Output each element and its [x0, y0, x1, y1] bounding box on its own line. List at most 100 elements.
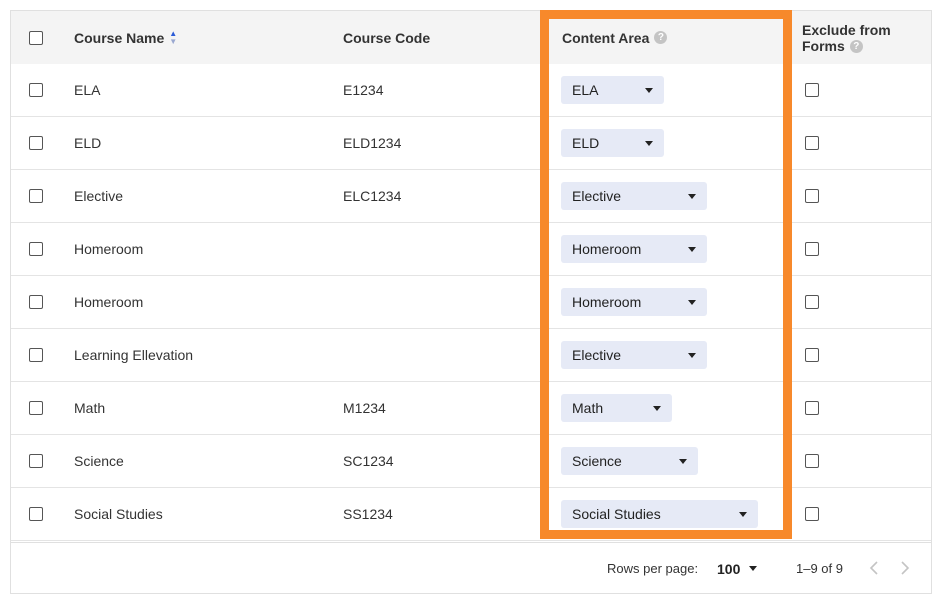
- content-area-cell: ELD: [561, 117, 664, 169]
- content-area-cell: Elective: [561, 170, 707, 222]
- course-code-cell: M1234: [343, 382, 386, 434]
- row-select-cell: [29, 64, 43, 116]
- row-select-checkbox[interactable]: [29, 401, 43, 415]
- select-all-cell: [29, 11, 43, 64]
- table-row: ELD ELD1234 ELD: [11, 117, 931, 170]
- content-area-value: ELA: [572, 82, 599, 98]
- content-area-dropdown[interactable]: ELA: [561, 76, 664, 104]
- course-code-cell: SS1234: [343, 488, 393, 540]
- content-area-dropdown[interactable]: Elective: [561, 341, 707, 369]
- row-select-cell: [29, 382, 43, 434]
- exclude-from-forms-cell: [805, 223, 819, 275]
- caret-down-icon: [653, 405, 661, 411]
- row-select-checkbox[interactable]: [29, 189, 43, 203]
- exclude-from-forms-cell: [805, 117, 819, 169]
- course-name: Science: [74, 453, 124, 469]
- chevron-left-icon: [869, 561, 878, 575]
- exclude-from-forms-cell: [805, 170, 819, 222]
- caret-down-icon: [679, 458, 687, 464]
- content-area-dropdown[interactable]: Math: [561, 394, 672, 422]
- sort-ascending-icon[interactable]: ▲ ▼: [169, 29, 177, 46]
- rows-per-page-label: Rows per page:: [607, 561, 699, 576]
- row-select-checkbox[interactable]: [29, 136, 43, 150]
- course-code: E1234: [343, 82, 384, 98]
- content-area-value: ELD: [572, 135, 600, 151]
- course-name: ELA: [74, 82, 101, 98]
- row-select-checkbox[interactable]: [29, 348, 43, 362]
- help-icon[interactable]: ?: [849, 40, 863, 54]
- row-select-checkbox[interactable]: [29, 454, 43, 468]
- content-area-value: Math: [572, 400, 604, 416]
- header-course-name[interactable]: Course Name ▲ ▼: [74, 11, 177, 64]
- course-name: Elective: [74, 188, 124, 204]
- content-area-dropdown[interactable]: Elective: [561, 182, 707, 210]
- exclude-from-forms-checkbox[interactable]: [805, 242, 819, 256]
- course-name-cell: Homeroom: [74, 276, 143, 328]
- content-area-cell: Science: [561, 435, 698, 487]
- content-area-cell: Social Studies: [561, 488, 758, 540]
- content-area-cell: Math: [561, 382, 672, 434]
- table-row: ELA E1234 ELA: [11, 64, 931, 117]
- caret-down-icon: [688, 246, 696, 252]
- course-name-cell: Elective: [74, 170, 123, 222]
- course-code: SS1234: [343, 506, 393, 522]
- header-course-code[interactable]: Course Code: [343, 11, 430, 64]
- content-area-dropdown[interactable]: Social Studies: [561, 500, 758, 528]
- row-select-checkbox[interactable]: [29, 83, 43, 97]
- course-code-cell: ELC1234: [343, 170, 401, 222]
- course-code: ELD1234: [343, 135, 402, 151]
- next-page-button[interactable]: [895, 558, 915, 578]
- select-all-checkbox[interactable]: [29, 30, 43, 45]
- course-name-cell: ELA: [74, 64, 100, 116]
- content-area-value: Homeroom: [572, 294, 642, 310]
- exclude-from-forms-cell: [805, 488, 819, 540]
- course-name: Homeroom: [74, 241, 144, 257]
- header-exclude-from-forms: Exclude from Forms?: [802, 11, 891, 64]
- exclude-from-forms-checkbox[interactable]: [805, 83, 819, 97]
- previous-page-button[interactable]: [864, 558, 884, 578]
- table-row: Math M1234 Math: [11, 382, 931, 435]
- exclude-from-forms-cell: [805, 276, 819, 328]
- content-area-cell: Homeroom: [561, 223, 707, 275]
- caret-down-icon: [645, 140, 653, 146]
- content-area-dropdown[interactable]: Science: [561, 447, 698, 475]
- course-code-header-label: Course Code: [343, 29, 431, 46]
- content-area-dropdown[interactable]: ELD: [561, 129, 664, 157]
- row-select-cell: [29, 435, 43, 487]
- exclude-from-forms-checkbox[interactable]: [805, 295, 819, 309]
- course-code-cell: ELD1234: [343, 117, 401, 169]
- rows-per-page-dropdown[interactable]: 100: [717, 543, 758, 594]
- course-name: ELD: [74, 135, 102, 151]
- content-area-cell: Homeroom: [561, 276, 707, 328]
- exclude-from-forms-checkbox[interactable]: [805, 189, 819, 203]
- content-area-dropdown[interactable]: Homeroom: [561, 288, 707, 316]
- content-area-header-label: Content Area: [562, 29, 650, 46]
- exclude-header-label-line2: Forms: [802, 37, 845, 54]
- exclude-header-label-line1: Exclude from: [802, 21, 891, 38]
- course-name-cell: Social Studies: [74, 488, 163, 540]
- row-select-cell: [29, 276, 43, 328]
- caret-down-icon: [688, 299, 696, 305]
- exclude-from-forms-checkbox[interactable]: [805, 454, 819, 468]
- content-area-dropdown[interactable]: Homeroom: [561, 235, 707, 263]
- exclude-from-forms-checkbox[interactable]: [805, 401, 819, 415]
- exclude-from-forms-cell: [805, 64, 819, 116]
- chevron-right-icon: [901, 561, 910, 575]
- row-select-checkbox[interactable]: [29, 295, 43, 309]
- content-area-value: Social Studies: [572, 506, 661, 522]
- course-code: SC1234: [343, 453, 394, 469]
- help-icon[interactable]: ?: [654, 31, 668, 44]
- caret-down-icon: [739, 511, 747, 517]
- row-select-cell: [29, 117, 43, 169]
- row-select-cell: [29, 488, 43, 540]
- row-select-checkbox[interactable]: [29, 507, 43, 521]
- course-code-cell: E1234: [343, 64, 383, 116]
- table-row: Homeroom Homeroom: [11, 276, 931, 329]
- exclude-from-forms-checkbox[interactable]: [805, 136, 819, 150]
- exclude-from-forms-checkbox[interactable]: [805, 507, 819, 521]
- row-select-checkbox[interactable]: [29, 242, 43, 256]
- exclude-from-forms-checkbox[interactable]: [805, 348, 819, 362]
- course-name: Math: [74, 400, 106, 416]
- course-name: Learning Ellevation: [74, 347, 194, 363]
- content-area-cell: Elective: [561, 329, 707, 381]
